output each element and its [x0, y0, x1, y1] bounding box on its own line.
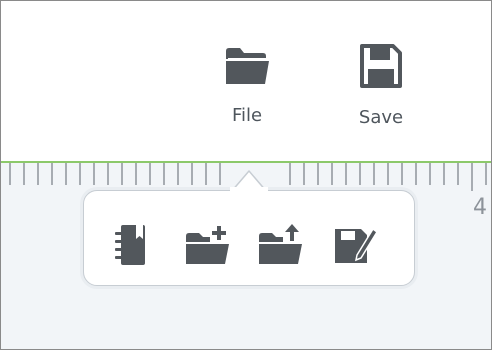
folder-add-button[interactable]	[184, 223, 232, 267]
file-button[interactable]: File	[207, 45, 287, 126]
popover-arrow-mask	[230, 187, 268, 193]
save-button[interactable]: Save	[341, 43, 421, 128]
save-as-edit-button[interactable]	[331, 223, 379, 267]
save-label: Save	[358, 107, 404, 128]
folder-upload-button[interactable]	[257, 223, 305, 267]
save-as-edit-icon	[331, 227, 379, 271]
notebook-icon	[112, 225, 152, 271]
file-label: File	[231, 105, 263, 126]
folder-add-icon	[184, 226, 232, 271]
folder-upload-icon	[257, 224, 305, 271]
notebook-button[interactable]	[112, 223, 160, 267]
app-window: 4 File Save	[0, 0, 492, 350]
ruler-number: 4	[473, 195, 487, 220]
folder-icon	[207, 45, 287, 91]
floppy-disk-icon	[341, 43, 421, 93]
